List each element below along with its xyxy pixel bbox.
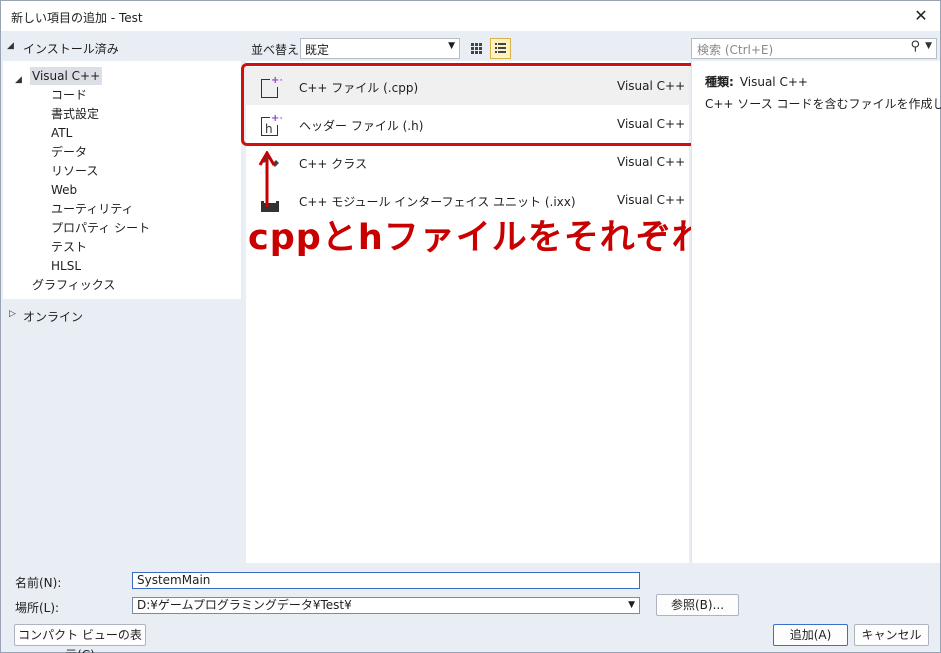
details-panel: 種類: Visual C++ C++ ソース コードを含むファイルを作成します (691, 61, 941, 563)
tree-item-web[interactable]: Web (51, 181, 77, 199)
search-icon[interactable]: ⚲ (910, 39, 920, 54)
item-language: Visual C++ (617, 155, 686, 169)
tree-item-code[interactable]: コード (51, 86, 87, 104)
item-language: Visual C++ (617, 117, 686, 131)
tree-item-graphics[interactable]: グラフィックス (32, 276, 115, 294)
arrow-up-icon (258, 151, 276, 207)
item-language: Visual C++ (617, 193, 686, 207)
tree-item-test[interactable]: テスト (51, 238, 87, 256)
item-name: ヘッダー ファイル (.h) (299, 119, 424, 133)
add-button[interactable]: 追加(A) (773, 624, 848, 646)
tree-item-property-sheet[interactable]: プロパティ シート (51, 219, 150, 237)
chevron-down-icon[interactable]: ▼ (925, 41, 932, 51)
location-field[interactable]: D:¥ゲームプログラミングデータ¥Test¥ ▼ (132, 597, 640, 614)
svg-text:++: ++ (271, 113, 282, 124)
type-label: 種類: (705, 75, 734, 89)
sort-value: 既定 (305, 43, 330, 57)
search-input[interactable]: 検索 (Ctrl+E) ⚲ ▼ (691, 38, 937, 59)
tree-item-visual-cpp[interactable]: Visual C++ (30, 67, 103, 85)
grid-view-button[interactable] (466, 38, 487, 59)
location-label: 場所(L): (15, 601, 60, 615)
installed-label: インストール済み (23, 42, 119, 56)
header-file-icon: h ++ (261, 113, 282, 136)
item-name: C++ クラス (299, 157, 368, 171)
item-name: C++ モジュール インターフェイス ユニット (.ixx) (299, 195, 576, 209)
browse-button[interactable]: 参照(B)... (656, 594, 739, 616)
tree-item-hlsl[interactable]: HLSL (51, 257, 81, 275)
item-name: C++ ファイル (.cpp) (299, 81, 419, 95)
close-icon[interactable]: ✕ (910, 5, 932, 27)
installed-header[interactable]: ◢ インストール済み (3, 36, 243, 58)
tree-item-atl[interactable]: ATL (51, 124, 72, 142)
list-item-cpp-class[interactable]: C++ クラス Visual C++ (246, 143, 689, 181)
list-item-header-file[interactable]: h ++ ヘッダー ファイル (.h) Visual C++ (246, 105, 689, 143)
cpp-file-icon: ++ (261, 75, 282, 98)
chevron-down-icon: ▼ (448, 41, 455, 51)
item-description: C++ ソース コードを含むファイルを作成します (705, 97, 941, 111)
type-line: 種類: Visual C++ (705, 73, 808, 90)
type-value: Visual C++ (739, 75, 808, 89)
svg-text:h: h (265, 122, 273, 136)
online-header[interactable]: ▷ オンライン (3, 306, 241, 324)
tree-item-utility[interactable]: ユーティリティ (51, 200, 134, 218)
sort-select[interactable]: 既定 ▼ (300, 38, 460, 59)
list-item-cpp-file[interactable]: ++ C++ ファイル (.cpp) Visual C++ (246, 67, 689, 105)
svg-text:++: ++ (271, 75, 282, 86)
search-placeholder: 検索 (Ctrl+E) (697, 43, 774, 57)
compact-view-button[interactable]: コンパクト ビューの表示(C) (14, 624, 146, 653)
grid-view-icon (471, 43, 482, 54)
cancel-button[interactable]: キャンセル (854, 624, 929, 646)
list-view-button[interactable] (490, 38, 511, 59)
sort-label: 並べ替え: (251, 43, 304, 57)
name-field[interactable]: SystemMain (132, 572, 640, 589)
template-list: ++ C++ ファイル (.cpp) Visual C++ h ++ ヘッダー … (246, 61, 689, 563)
category-tree: ◢ Visual C++ コード 書式設定 ATL データ リソース Web ユ… (3, 61, 241, 299)
location-value: D:¥ゲームプログラミングデータ¥Test¥ (137, 598, 352, 612)
add-new-item-dialog: 新しい項目の追加 - Test ✕ ◢ インストール済み ◢ Visual C+… (0, 0, 941, 653)
tree-item-resource[interactable]: リソース (51, 162, 98, 180)
online-label: オンライン (23, 310, 84, 324)
tree-item-formatting[interactable]: 書式設定 (51, 105, 99, 123)
list-view-icon (495, 43, 506, 53)
expand-down-icon: ◢ (7, 41, 14, 51)
name-value: SystemMain (137, 573, 211, 587)
name-label: 名前(N): (15, 576, 62, 590)
expand-right-icon: ▷ (9, 309, 16, 319)
tree-item-data[interactable]: データ (51, 143, 87, 161)
tree-expand-icon[interactable]: ◢ (15, 69, 27, 87)
dialog-title: 新しい項目の追加 - Test (11, 11, 143, 25)
chevron-down-icon[interactable]: ▼ (628, 598, 635, 613)
title-bar: 新しい項目の追加 - Test ✕ (1, 1, 940, 31)
item-language: Visual C++ (617, 79, 686, 93)
